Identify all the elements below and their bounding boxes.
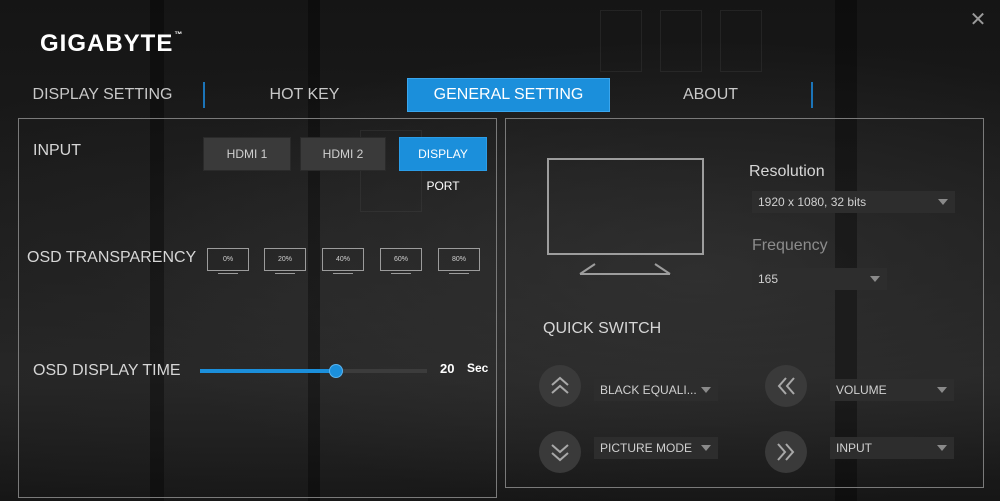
resolution-value: 1920 x 1080, 32 bits bbox=[758, 195, 867, 209]
quick-switch-left-button[interactable] bbox=[765, 365, 807, 407]
frequency-value: 165 bbox=[758, 272, 779, 286]
osd-display-time-label: OSD DISPLAY TIME bbox=[33, 362, 181, 379]
tab-divider bbox=[203, 82, 205, 108]
monitor-stand-icon bbox=[579, 263, 671, 275]
chevron-down-icon bbox=[870, 276, 880, 282]
quick-switch-down-value: PICTURE MODE bbox=[600, 441, 693, 455]
frequency-label: Frequency bbox=[752, 237, 828, 254]
quick-switch-down-button[interactable] bbox=[539, 431, 581, 473]
frequency-dropdown[interactable]: 165 bbox=[752, 268, 887, 290]
osd-transparency-40-option[interactable]: 40% bbox=[322, 248, 364, 274]
tab-divider bbox=[811, 82, 813, 108]
quick-switch-right-value: INPUT bbox=[836, 441, 872, 455]
osd-transparency-0-option[interactable]: 0% bbox=[207, 248, 249, 274]
tab-about[interactable]: ABOUT bbox=[628, 78, 793, 112]
monitor-icon bbox=[547, 158, 704, 255]
tab-display-setting[interactable]: DISPLAY SETTING bbox=[20, 78, 185, 112]
osd-display-time-value: 20 bbox=[440, 361, 455, 376]
input-displayport-button[interactable]: DISPLAY PORT bbox=[399, 137, 487, 193]
chevron-down-icon bbox=[701, 445, 711, 451]
double-chevron-down-icon bbox=[551, 444, 569, 462]
resolution-label: Resolution bbox=[749, 163, 825, 180]
resolution-dropdown[interactable]: 1920 x 1080, 32 bits bbox=[752, 191, 955, 213]
double-chevron-left-icon bbox=[777, 377, 795, 395]
osd-transparency-80-option[interactable]: 80% bbox=[438, 248, 480, 274]
close-icon[interactable]: ✕ bbox=[968, 10, 988, 30]
monitor-icon: 20% bbox=[264, 248, 306, 271]
monitor-icon: 80% bbox=[438, 248, 480, 271]
tab-general-setting[interactable]: GENERAL SETTING bbox=[407, 78, 610, 112]
slider-fill bbox=[200, 369, 337, 373]
input-hdmi1-button[interactable]: HDMI 1 bbox=[203, 137, 291, 171]
tab-bar: DISPLAY SETTING HOT KEY GENERAL SETTING … bbox=[0, 78, 1000, 112]
gigabyte-logo: GIGABYTE™ bbox=[40, 30, 184, 57]
double-chevron-right-icon bbox=[777, 443, 795, 461]
monitor-icon: 40% bbox=[322, 248, 364, 271]
general-settings-panel bbox=[18, 118, 497, 498]
quick-switch-right-dropdown[interactable]: INPUT bbox=[830, 437, 954, 459]
chevron-down-icon bbox=[937, 387, 947, 393]
quick-switch-right-button[interactable] bbox=[765, 431, 807, 473]
double-chevron-up-icon bbox=[551, 376, 569, 394]
quick-switch-up-value: BLACK EQUALI... bbox=[600, 383, 697, 397]
osd-display-time-unit: Sec bbox=[467, 361, 489, 375]
tab-hot-key[interactable]: HOT KEY bbox=[222, 78, 387, 112]
quick-switch-up-dropdown[interactable]: BLACK EQUALI... bbox=[594, 379, 718, 401]
input-hdmi2-button[interactable]: HDMI 2 bbox=[300, 137, 386, 171]
chevron-down-icon bbox=[938, 199, 948, 205]
quick-switch-up-button[interactable] bbox=[539, 365, 581, 407]
osd-transparency-label: OSD TRANSPARENCY bbox=[27, 249, 197, 266]
quick-switch-left-dropdown[interactable]: VOLUME bbox=[830, 379, 954, 401]
chevron-down-icon bbox=[701, 387, 711, 393]
osd-transparency-60-option[interactable]: 60% bbox=[380, 248, 422, 274]
quick-switch-down-dropdown[interactable]: PICTURE MODE bbox=[594, 437, 718, 459]
monitor-icon: 60% bbox=[380, 248, 422, 271]
chevron-down-icon bbox=[937, 445, 947, 451]
osd-transparency-20-option[interactable]: 20% bbox=[264, 248, 306, 274]
monitor-icon: 0% bbox=[207, 248, 249, 271]
quick-switch-left-value: VOLUME bbox=[836, 383, 887, 397]
input-label: INPUT bbox=[33, 142, 81, 159]
osd-display-time-slider[interactable] bbox=[200, 365, 427, 377]
quick-switch-label: QUICK SWITCH bbox=[543, 320, 662, 337]
